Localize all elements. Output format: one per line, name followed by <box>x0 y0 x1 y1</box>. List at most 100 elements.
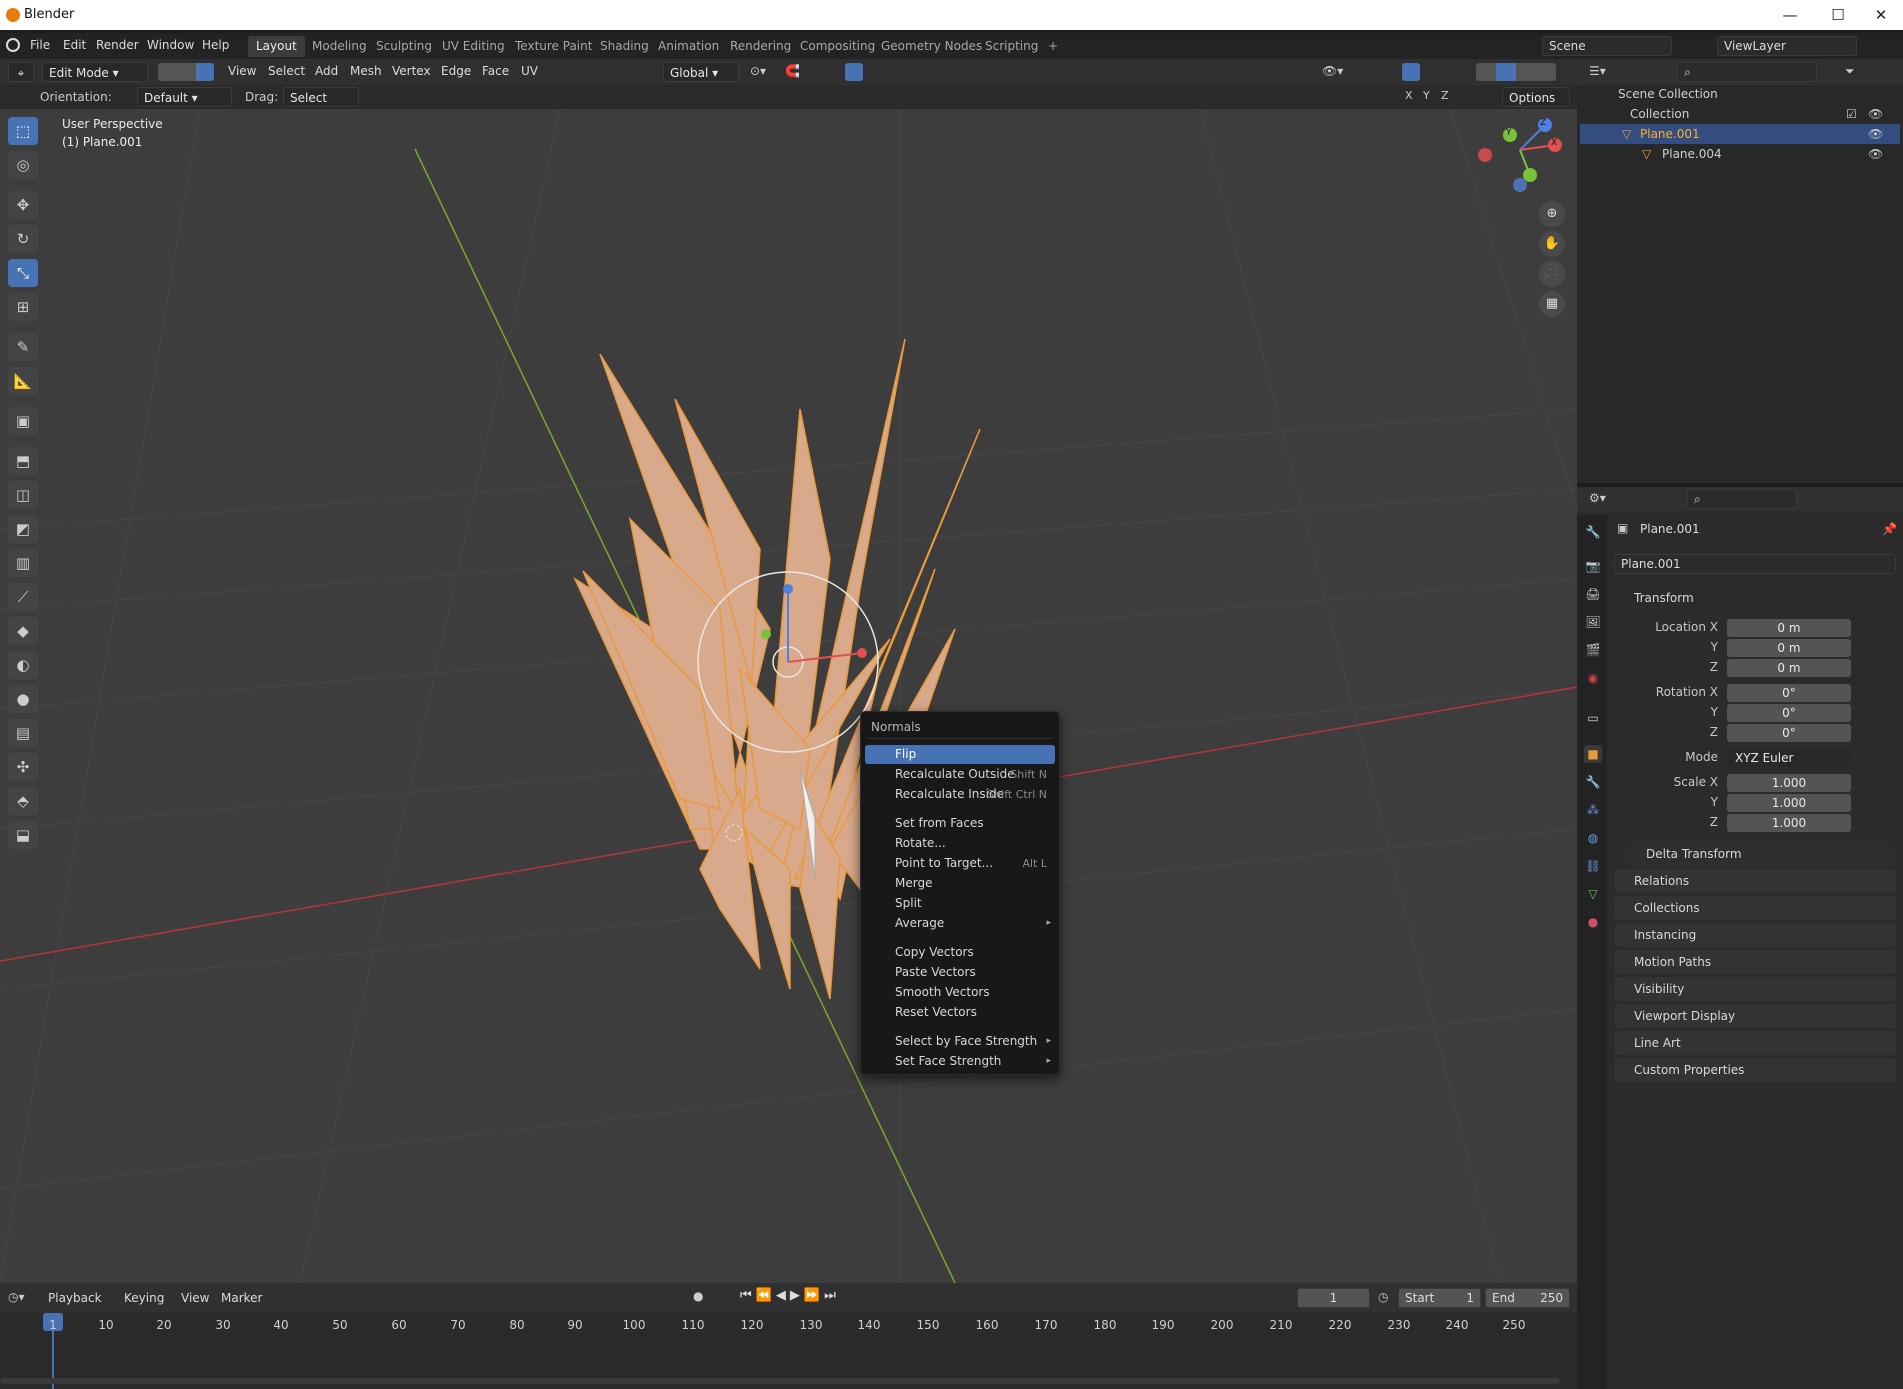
menu-item-average[interactable]: Average ▸ <box>865 914 1055 933</box>
tab-sculpting[interactable]: Sculpting <box>368 36 440 57</box>
outliner-row-scene-collection[interactable]: Scene Collection <box>1590 84 1900 104</box>
location-x-field[interactable]: 0 m <box>1727 619 1851 637</box>
edge-slide-tool-icon[interactable]: ▤ <box>8 719 38 747</box>
panel-relations[interactable]: Relations <box>1614 869 1896 893</box>
close-button[interactable]: ✕ <box>1861 4 1901 26</box>
panel-motion-paths[interactable]: Motion Paths <box>1614 950 1896 974</box>
add-workspace-button[interactable]: + <box>1040 36 1066 57</box>
menu-add[interactable]: Add <box>315 64 338 78</box>
outliner-row-plane-004[interactable]: Plane.004 ▽ 👁 <box>1590 144 1900 164</box>
tab-animation[interactable]: Animation <box>650 36 727 57</box>
navigation-gizmo[interactable]: Z X Y <box>1475 109 1565 195</box>
menu-marker[interactable]: Marker <box>221 1291 262 1305</box>
render-tab-icon[interactable]: 📷 <box>1584 557 1602 575</box>
outliner-search-input[interactable]: ⌕ <box>1677 62 1817 82</box>
panel-viewport-display[interactable]: Viewport Display <box>1614 1004 1896 1028</box>
tab-shading[interactable]: Shading <box>592 36 657 57</box>
rotation-z-field[interactable]: 0° <box>1727 724 1851 742</box>
drag-dropdown[interactable]: Select Box <box>283 87 359 125</box>
menu-item-rotate[interactable]: Rotate... <box>865 834 1055 853</box>
maximize-button[interactable]: ☐ <box>1818 4 1858 26</box>
gizmo-y-knob[interactable] <box>761 629 771 639</box>
minimize-button[interactable]: — <box>1770 4 1810 26</box>
menu-help[interactable]: Help <box>202 38 229 52</box>
menu-item-select-by-face-strength[interactable]: Select by Face Strength ▸ <box>865 1032 1055 1051</box>
shear-tool-icon[interactable]: ⬘ <box>8 787 38 815</box>
zoom-icon[interactable]: ⊕ <box>1539 201 1565 227</box>
scale-y-field[interactable]: 1.000 <box>1727 794 1851 812</box>
mirror-axis-z[interactable]: Z <box>1441 89 1449 102</box>
collection-checkbox-icon[interactable]: ☑ <box>1846 104 1857 124</box>
visibility-icon[interactable]: 👁▾ <box>1322 64 1343 78</box>
transform-orientation-selector[interactable]: Global ▾ <box>663 62 739 82</box>
rotation-y-field[interactable]: 0° <box>1727 704 1851 722</box>
menu-edit[interactable]: Edit <box>63 38 86 52</box>
constraints-tab-icon[interactable]: ⛓ <box>1584 857 1602 875</box>
pin-icon[interactable]: 📌 <box>1882 522 1897 536</box>
menu-item-smooth-vectors[interactable]: Smooth Vectors <box>865 983 1055 1002</box>
current-frame-field[interactable]: 1 <box>1297 1288 1370 1308</box>
select-box-tool-icon[interactable]: ⬚ <box>8 117 38 145</box>
solid-shading-icon[interactable] <box>1496 63 1516 81</box>
orientation-dropdown[interactable]: Default ▾ <box>137 87 232 107</box>
pan-hand-icon[interactable]: ✋ <box>1539 231 1565 257</box>
loop-cut-tool-icon[interactable]: ▥ <box>8 549 38 577</box>
outliner-row-plane-001[interactable]: Plane.001 ▽ 👁 <box>1580 124 1900 144</box>
knife-tool-icon[interactable]: ⟋ <box>8 583 38 611</box>
spin-tool-icon[interactable]: ◐ <box>8 651 38 679</box>
gizmo-x-knob[interactable] <box>857 648 867 658</box>
panel-custom-properties[interactable]: Custom Properties <box>1614 1058 1896 1082</box>
measure-tool-icon[interactable]: 📐 <box>8 367 38 395</box>
scene-selector[interactable]: Scene <box>1542 36 1672 56</box>
tool-tab-icon[interactable]: 🔧 <box>1584 523 1602 541</box>
blender-menu-icon[interactable] <box>6 38 20 52</box>
scale-z-field[interactable]: 1.000 <box>1727 814 1851 832</box>
timeline-editor-icon[interactable]: ◷▾ <box>8 1290 25 1304</box>
poly-build-tool-icon[interactable]: ◆ <box>8 617 38 645</box>
menu-vertex[interactable]: Vertex <box>392 64 431 78</box>
outliner-editor-icon[interactable]: ☰▾ <box>1589 64 1606 78</box>
tab-modeling[interactable]: Modeling <box>304 36 375 57</box>
menu-keying[interactable]: Keying <box>124 1291 164 1305</box>
panel-collections[interactable]: Collections <box>1614 896 1896 920</box>
editor-type-icon[interactable]: ⌖ <box>8 62 34 82</box>
menu-item-recalculate-outside[interactable]: Recalculate Outside Shift N <box>865 765 1055 784</box>
proportional-edit-icon[interactable] <box>845 63 863 81</box>
menu-render[interactable]: Render <box>96 38 139 52</box>
material-tab-icon[interactable]: ● <box>1584 913 1602 931</box>
menu-item-set-face-strength[interactable]: Set Face Strength ▸ <box>865 1052 1055 1071</box>
annotate-tool-icon[interactable]: ✎ <box>8 333 38 361</box>
menu-uv[interactable]: UV <box>521 64 538 78</box>
filter-icon[interactable]: ⏷ <box>1845 64 1855 79</box>
gizmo-z-knob[interactable] <box>783 584 793 594</box>
bevel-tool-icon[interactable]: ◩ <box>8 515 38 543</box>
object-name-field[interactable]: Plane.001 <box>1614 554 1896 574</box>
properties-editor-icon[interactable]: ⚙▾ <box>1589 491 1606 505</box>
menu-item-copy-vectors[interactable]: Copy Vectors <box>865 943 1055 962</box>
record-icon[interactable]: ● <box>693 1289 703 1303</box>
rotate-tool-icon[interactable]: ↻ <box>8 225 38 253</box>
end-frame-field[interactable]: End 250 <box>1485 1288 1570 1308</box>
panel-visibility[interactable]: Visibility <box>1614 977 1896 1001</box>
scale-x-field[interactable]: 1.000 <box>1727 774 1851 792</box>
panel-instancing[interactable]: Instancing <box>1614 923 1896 947</box>
physics-tab-icon[interactable]: ◍ <box>1584 829 1602 847</box>
menu-face[interactable]: Face <box>482 64 509 78</box>
menu-timeline-view[interactable]: View <box>181 1291 209 1305</box>
menu-file[interactable]: File <box>30 38 50 52</box>
visibility-eye-icon[interactable]: 👁 <box>1868 124 1883 144</box>
transform-tool-icon[interactable]: ⊞ <box>8 293 38 321</box>
tab-rendering[interactable]: Rendering <box>722 36 799 57</box>
smooth-tool-icon[interactable]: ● <box>8 685 38 713</box>
menu-item-merge[interactable]: Merge <box>865 874 1055 893</box>
pivot-point-icon[interactable]: ⊙▾ <box>750 64 766 78</box>
mirror-axis-x[interactable]: X <box>1405 89 1413 102</box>
playback-controls-icon[interactable]: ⏮⏪◀▶⏩⏭ <box>740 1288 840 1303</box>
menu-playback[interactable]: Playback <box>48 1291 102 1305</box>
face-select-icon[interactable] <box>196 63 214 81</box>
location-z-field[interactable]: 0 m <box>1727 659 1851 677</box>
options-dropdown[interactable]: Options ▾ <box>1502 87 1570 125</box>
location-y-field[interactable]: 0 m <box>1727 639 1851 657</box>
grid-perspective-icon[interactable]: ▦ <box>1539 291 1565 317</box>
menu-item-split[interactable]: Split <box>865 894 1055 913</box>
